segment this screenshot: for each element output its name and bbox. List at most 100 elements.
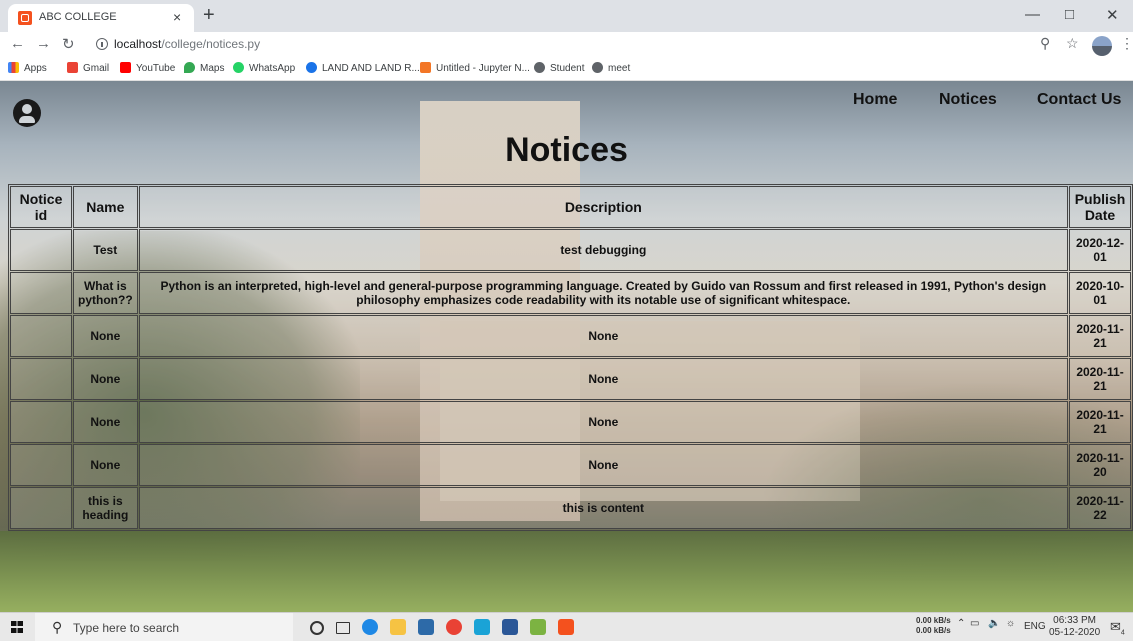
cell-description: test debugging [138, 229, 1068, 271]
cell-notice-id [10, 444, 72, 486]
bookmark-land[interactable]: LAND AND LAND R... [306, 62, 420, 74]
cell-name: What is python?? [73, 272, 138, 314]
globe-icon [592, 62, 603, 73]
forward-arrow-icon[interactable]: → [36, 35, 51, 52]
notification-count: 4 [1120, 629, 1125, 637]
menu-dots-icon[interactable]: ⋮ [1120, 35, 1133, 52]
edge-browser-icon[interactable] [362, 619, 378, 635]
cell-publish-date: 2020-11-21 [1069, 315, 1131, 357]
bookmark-jupyter[interactable]: Untitled - Jupyter N... [420, 62, 530, 74]
cell-description: None [138, 444, 1068, 486]
bookmark-whatsapp[interactable]: WhatsApp [233, 62, 295, 74]
url-field[interactable]: localhost/college/notices.py [114, 37, 260, 51]
bookmark-label: meet [608, 63, 631, 74]
cell-name: Test [73, 229, 138, 271]
cell-notice-id [10, 272, 72, 314]
cell-name: None [73, 358, 138, 400]
notices-page: Home Notices Contact Us Notices Notice i… [0, 81, 1133, 612]
header-description: Description [138, 186, 1068, 228]
header-publish-date: Publish Date [1069, 186, 1131, 228]
bookmark-label: Apps [24, 63, 47, 74]
college-favicon-icon [18, 11, 32, 25]
user-account-icon[interactable] [13, 99, 41, 127]
cell-name: this is heading [73, 487, 138, 529]
cell-notice-id [10, 358, 72, 400]
wifi-icon[interactable]: ☼ [1006, 618, 1015, 629]
taskbar-search[interactable]: ⚲ Type here to search [35, 613, 293, 641]
bookmark-label: Maps [200, 63, 225, 74]
task-view-icon[interactable] [336, 622, 350, 634]
language-indicator[interactable]: ENG [1024, 621, 1046, 632]
bookmark-label: YouTube [136, 63, 176, 74]
app-icon[interactable] [530, 619, 546, 635]
close-window-icon[interactable]: ✕ [1106, 6, 1119, 24]
nav-notices[interactable]: Notices [939, 91, 997, 109]
profile-avatar[interactable] [1092, 36, 1112, 56]
tray-chevron-icon[interactable]: ⌃ [957, 618, 965, 629]
bookmarks-bar: Apps Gmail YouTube Maps WhatsApp LAND AN… [0, 58, 1133, 81]
bookmark-meet[interactable]: meet [592, 62, 630, 74]
bookmark-star-icon[interactable]: ☆ [1066, 35, 1079, 52]
land-icon [306, 62, 317, 73]
header-notice-id: Notice id [10, 186, 72, 228]
search-placeholder: Type here to search [73, 621, 180, 635]
cell-publish-date: 2020-12-01 [1069, 229, 1131, 271]
nav-contact-us[interactable]: Contact Us [1037, 91, 1121, 109]
app-icon[interactable] [474, 619, 490, 635]
page-title: Notices [505, 131, 628, 169]
notices-table: Notice id Name Description Publish Date … [8, 184, 1133, 531]
site-info-icon[interactable] [96, 38, 108, 50]
college-app-icon[interactable] [558, 619, 574, 635]
cell-description: Python is an interpreted, high-level and… [138, 272, 1068, 314]
table-row: What is python?? Python is an interpreted… [10, 272, 1131, 314]
word-icon[interactable] [502, 619, 518, 635]
file-explorer-icon[interactable] [390, 619, 406, 635]
windows-taskbar: ⚲ Type here to search 0.00 kB/s 0.00 kB/s… [0, 612, 1133, 641]
bookmark-youtube[interactable]: YouTube [120, 62, 175, 74]
cell-description: None [138, 358, 1068, 400]
volume-icon[interactable]: 🔈 [988, 618, 1000, 629]
bookmark-maps[interactable]: Maps [184, 62, 224, 74]
whatsapp-icon [233, 62, 244, 73]
browser-tab[interactable]: ABC COLLEGE × [8, 4, 194, 32]
cell-name: None [73, 401, 138, 443]
battery-icon[interactable]: ▭ [970, 618, 979, 629]
bookmark-student[interactable]: Student [534, 62, 584, 74]
table-row: None None 2020-11-20 [10, 444, 1131, 486]
url-host: localhost [114, 37, 162, 51]
jupyter-icon [420, 62, 431, 73]
taskbar-clock[interactable]: 06:33 PM 05-12-2020 [1049, 615, 1100, 639]
cell-publish-date: 2020-11-22 [1069, 487, 1131, 529]
bookmark-label: WhatsApp [249, 63, 296, 74]
clock-date: 05-12-2020 [1049, 627, 1101, 638]
cell-notice-id [10, 401, 72, 443]
table-row: None None 2020-11-21 [10, 401, 1131, 443]
clock-time: 06:33 PM [1053, 615, 1096, 626]
new-tab-button[interactable]: + [203, 4, 215, 27]
cell-notice-id [10, 229, 72, 271]
tab-close-button[interactable]: × [173, 9, 181, 25]
table-row: Test test debugging 2020-12-01 [10, 229, 1131, 271]
net-down: 0.00 kB/s [916, 626, 951, 635]
search-icon: ⚲ [52, 619, 63, 635]
minimize-icon[interactable]: — [1025, 6, 1040, 23]
zoom-icon[interactable]: ⚲ [1040, 35, 1050, 52]
bookmark-gmail[interactable]: Gmail [67, 62, 109, 74]
maximize-icon[interactable]: □ [1065, 6, 1074, 23]
reload-icon[interactable]: ↻ [62, 35, 75, 53]
notification-icon[interactable]: ✉4 [1110, 619, 1125, 637]
bookmark-label: Gmail [83, 63, 110, 74]
network-speed: 0.00 kB/s 0.00 kB/s [916, 616, 951, 636]
table-row: None None 2020-11-21 [10, 358, 1131, 400]
bookmark-apps[interactable]: Apps [8, 62, 47, 74]
cortana-icon[interactable] [310, 621, 324, 635]
maps-pin-icon [184, 62, 195, 73]
apps-grid-icon [8, 62, 19, 73]
back-arrow-icon[interactable]: ← [10, 35, 25, 52]
nav-home[interactable]: Home [853, 91, 897, 109]
chrome-icon[interactable] [446, 619, 462, 635]
gmail-icon [67, 62, 78, 73]
mail-icon[interactable] [418, 619, 434, 635]
lawn-backdrop [0, 531, 1133, 612]
windows-start-icon[interactable] [11, 621, 23, 633]
